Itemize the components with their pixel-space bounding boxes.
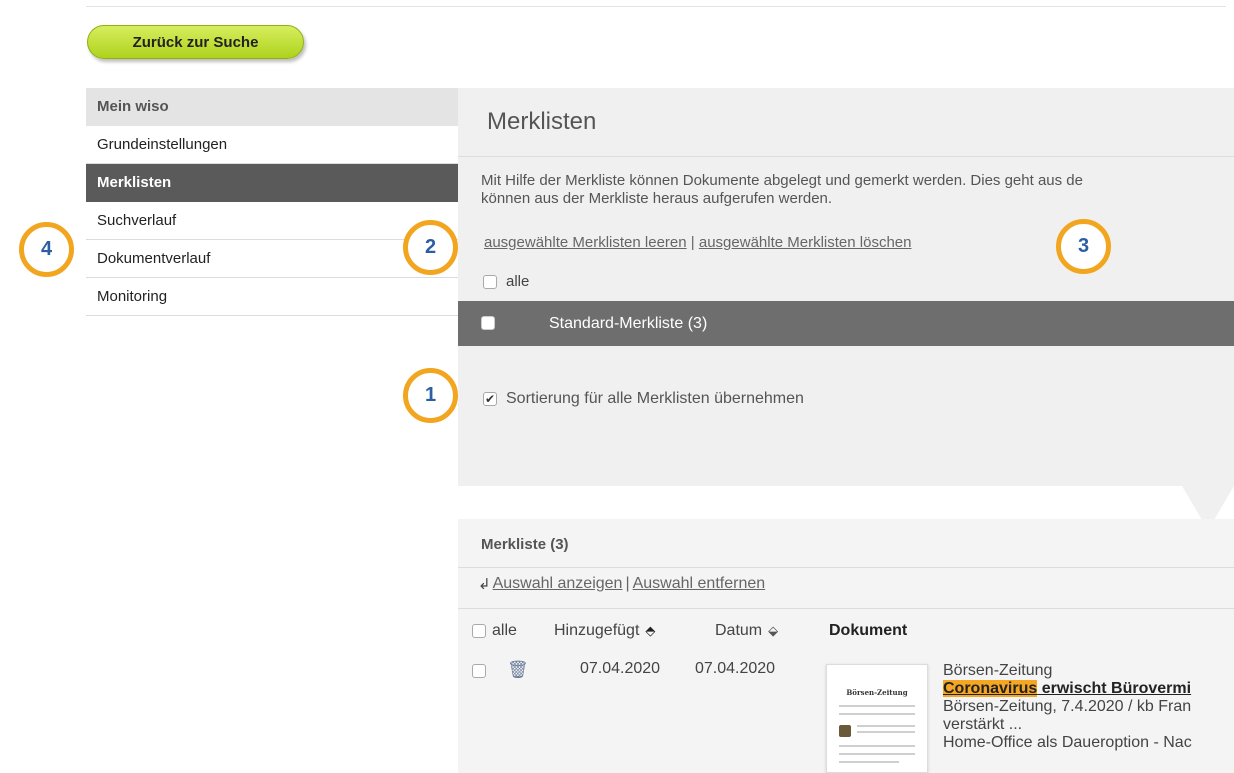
list-title: Merkliste (3) [481,536,569,553]
actions-divider [458,608,1234,609]
column-date-label: Datum [715,622,763,639]
callout-badge-1: 1 [403,368,458,423]
standard-list-checkbox[interactable] [481,316,495,330]
document-snippet-2: Home-Office als Daueroption - Nac [943,734,1192,751]
standard-list-label: Standard-Merkliste (3) [549,315,708,332]
standard-list-bar[interactable]: Standard-Merkliste (3) [458,301,1234,346]
sidebar-item-monitoring[interactable]: Monitoring [86,278,458,316]
column-added-label: Hinzugefügt [554,622,640,639]
document-source: Börsen-Zeitung [943,662,1053,679]
document-headline-link[interactable]: Coronavirus erwischt Bürovermi [943,680,1192,698]
header-select-all-label: alle [492,622,517,639]
thumbnail-title: Börsen-Zeitung [846,688,908,697]
thumbnail-line [839,713,915,715]
sort-all-checkbox[interactable] [483,392,497,406]
sidebar-item-suchverlauf[interactable]: Suchverlauf [86,202,458,240]
thumbnail-line [839,705,915,707]
thumbnail-photo [839,725,851,737]
list-divider [458,567,1234,568]
row-added-date: 07.04.2020 [580,660,661,677]
link-separator: | [690,234,695,251]
sort-all-option: Sortierung für alle Merklisten übernehme… [483,390,804,408]
callout-badge-2: 2 [403,220,458,275]
page-title: Merklisten [487,108,597,135]
description: Mit Hilfe der Merkliste können Dokumente… [481,172,1234,208]
delete-selected-lists-link[interactable]: ausgewählte Merklisten löschen [699,234,912,251]
select-all-docs-checkbox[interactable] [472,624,486,638]
headline-rest: erwischt Bürovermi [1037,680,1192,697]
sidebar-item-merklisten[interactable]: Merklisten [86,164,458,202]
sidebar: Mein wiso Grundeinstellungen Merklisten … [86,88,458,316]
header-select-all: alle [472,622,517,640]
description-line-1: Mit Hilfe der Merkliste können Dokumente… [481,172,1083,189]
thumbnail-line [839,761,899,763]
top-divider [86,6,1226,7]
empty-selected-lists-link[interactable]: ausgewählte Merklisten leeren [484,234,687,251]
sidebar-header: Mein wiso [86,88,458,126]
selection-actions: ↲ Auswahl anzeigen | Auswahl entfernen [478,575,765,593]
document-info: Börsen-Zeitung Coronavirus erwischt Büro… [943,662,1192,752]
back-to-search-button[interactable]: Zurück zur Suche [87,25,304,59]
thumbnail-line [839,753,915,755]
title-divider [458,156,1234,157]
document-thumbnail[interactable]: Börsen-Zeitung [826,664,928,773]
column-document: Dokument [829,622,907,640]
trash-icon[interactable]: 🗑 [507,660,529,680]
thumbnail-line [857,731,915,733]
document-snippet-1: verstärkt ... [943,716,1023,733]
search-term-highlight: Coronavirus [943,680,1038,697]
row-checkbox[interactable] [472,664,486,678]
select-all-lists-checkbox[interactable] [483,274,497,289]
sort-toggle-icon: ⬙ [768,623,779,638]
show-selection-link[interactable]: Auswahl anzeigen [493,575,623,593]
bulk-actions: ausgewählte Merklisten leeren | ausgewäh… [484,234,912,251]
select-all-lists: alle [483,273,529,290]
description-line-2: können aus der Merkliste heraus aufgeruf… [481,190,833,207]
action-separator: | [625,575,630,592]
arrow-down-left-icon: ↲ [478,576,491,593]
column-date[interactable]: Datum ⬙ [715,622,778,640]
column-added[interactable]: Hinzugefügt ⬘ [554,622,655,640]
remove-selection-link[interactable]: Auswahl entfernen [633,575,766,593]
sort-all-label: Sortierung für alle Merklisten übernehme… [506,390,804,407]
callout-badge-3: 3 [1056,219,1111,274]
column-document-label: Dokument [829,622,908,639]
sidebar-item-grundeinstellungen[interactable]: Grundeinstellungen [86,126,458,164]
document-meta: Börsen-Zeitung, 7.4.2020 / kb Fran [943,698,1192,715]
row-date: 07.04.2020 [695,660,776,677]
callout-badge-4: 4 [19,222,74,277]
sort-toggle-icon: ⬘ [645,623,656,638]
merklisten-panel [458,88,1234,486]
thumbnail-line [857,725,915,727]
thumbnail-line [839,745,915,747]
select-all-lists-label: alle [506,273,530,290]
